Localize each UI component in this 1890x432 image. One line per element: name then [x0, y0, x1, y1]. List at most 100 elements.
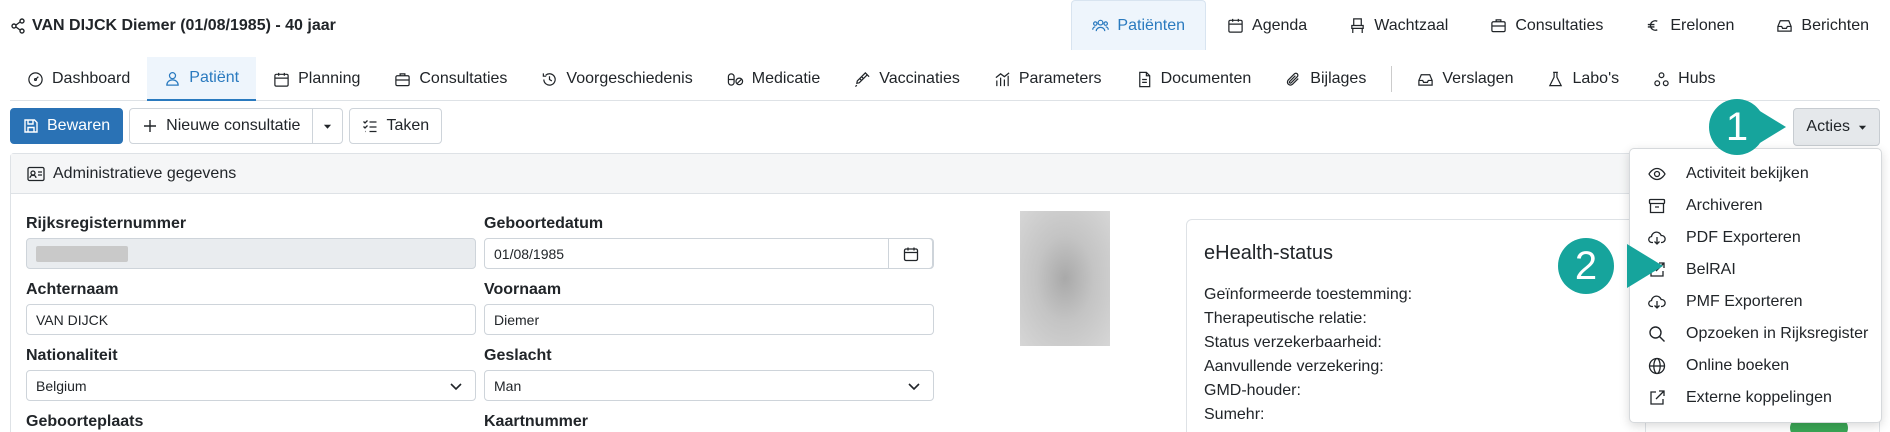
inbox-icon [1418, 73, 1434, 86]
nationaliteit-label: Nationaliteit [26, 347, 118, 364]
users-icon [1092, 19, 1110, 32]
voornaam-field[interactable]: Diemer [484, 304, 934, 335]
search-icon [1649, 326, 1665, 342]
save-button[interactable]: Bewaren [10, 108, 124, 144]
subnav-label: Patiënt [189, 69, 240, 86]
menu-item-externe-koppelingen[interactable]: Externe koppelingen [1630, 382, 1883, 414]
subnav-label: Bijlages [1310, 70, 1367, 87]
eye-icon [1648, 167, 1666, 181]
topnav-tab-wachtzaal[interactable]: Wachtzaal [1328, 0, 1469, 50]
topnav-tab-erelonen[interactable]: Erelonen [1624, 0, 1755, 50]
topnav-label: Wachtzaal [1374, 16, 1449, 34]
geslacht-label: Geslacht [484, 347, 552, 364]
subnav-tab-documenten[interactable]: Documenten [1119, 57, 1269, 101]
subnav-tab-planning[interactable]: Planning [256, 57, 377, 101]
nationaliteit-select[interactable]: Belgium [26, 370, 476, 401]
patient-title: VAN DIJCK Diemer (01/08/1985) - 40 jaar [10, 17, 336, 35]
menu-item-archiveren[interactable]: Archiveren [1630, 190, 1883, 222]
menu-item-belrai[interactable]: BelRAI [1630, 254, 1883, 286]
ehealth-row: Therapeutische relatie: [1204, 310, 1367, 327]
topnav-tab-patienten[interactable]: Patiënten [1071, 0, 1207, 50]
ehealth-title: eHealth-status [1204, 242, 1333, 264]
topnav-label: Berichten [1801, 16, 1869, 34]
document-icon [1138, 71, 1150, 87]
annotation-badge-1: 1 [1709, 99, 1765, 155]
subnav-tab-consultaties[interactable]: Consultaties [377, 57, 524, 101]
tasks-button[interactable]: Taken [349, 108, 443, 144]
topnav-label: Agenda [1252, 16, 1308, 34]
id-card-icon [27, 166, 45, 181]
topnav-tab-berichten[interactable]: Berichten [1755, 0, 1890, 50]
card-header: Administratieve gegevens [11, 154, 1879, 194]
subnav-tab-dashboard[interactable]: Dashboard [10, 57, 147, 101]
menu-item-pmf-exporteren[interactable]: PMF Exporteren [1630, 286, 1883, 318]
date-picker-button[interactable] [888, 238, 933, 269]
geboortedatum-field[interactable]: 01/08/1985 [484, 238, 934, 269]
calendar-icon [274, 72, 289, 87]
patient-photo [1020, 211, 1110, 346]
menu-item-label: Externe koppelingen [1686, 389, 1832, 406]
share-icon [11, 18, 25, 34]
geboorteplaats-label: Geboorteplaats [26, 413, 144, 430]
geboortedatum-value: 01/08/1985 [494, 245, 565, 262]
ehealth-row: Geïnformeerde toestemming: [1204, 286, 1413, 303]
subnav-tab-medicatie[interactable]: Medicatie [710, 57, 837, 101]
menu-item-activiteit-bekijken[interactable]: Activiteit bekijken [1630, 158, 1883, 190]
topnav-label: Erelonen [1670, 16, 1735, 34]
subnav-divider [1391, 66, 1393, 92]
history-icon [543, 72, 557, 86]
geslacht-select[interactable]: Man [484, 370, 934, 401]
card-header-title: Administratieve gegevens [53, 164, 237, 182]
menu-item-label: Online boeken [1686, 357, 1790, 374]
ehealth-row: GMD-houder: [1204, 382, 1301, 399]
flask-icon [1549, 71, 1563, 86]
menu-item-label: Opzoeken in Rijksregister [1686, 325, 1869, 342]
top-bar: VAN DIJCK Diemer (01/08/1985) - 40 jaar … [0, 0, 1890, 50]
subnav-label: Verslagen [1442, 70, 1514, 87]
kaartnummer-label: Kaartnummer [484, 413, 589, 430]
subnav-tab-vaccinaties[interactable]: Vaccinaties [837, 57, 977, 101]
subnav-tab-voorgeschiedenis[interactable]: Voorgeschiedenis [524, 57, 709, 101]
caret-down-icon [324, 124, 332, 129]
menu-item-pdf-exporteren[interactable]: PDF Exporteren [1630, 222, 1883, 254]
chevron-down-icon [908, 383, 920, 391]
tasks-button-label: Taken [386, 117, 430, 134]
new-consult-label: Nieuwe consultatie [166, 117, 301, 134]
subnav-label: Dashboard [52, 70, 131, 87]
subnav-label: Vaccinaties [879, 70, 960, 87]
subnav-tab-patient[interactable]: Patiënt [147, 57, 257, 101]
checklist-icon [363, 120, 377, 133]
syringe-icon [855, 71, 870, 87]
topnav-tab-agenda[interactable]: Agenda [1206, 0, 1328, 50]
menu-item-opzoeken-rijksregister[interactable]: Opzoeken in Rijksregister [1630, 318, 1883, 350]
redacted-value [36, 245, 128, 262]
subnav-tab-verslagen[interactable]: Verslagen [1400, 57, 1530, 101]
calendar-icon [903, 247, 918, 261]
subnav-tab-parameters[interactable]: Parameters [977, 57, 1119, 101]
subnav-label: Labo's [1572, 70, 1620, 87]
topnav-label: Patiënten [1117, 16, 1186, 34]
inbox-icon [1777, 20, 1793, 32]
achternaam-value: VAN DIJCK [36, 311, 109, 328]
dashboard-icon [28, 71, 43, 87]
menu-item-online-boeken[interactable]: Online boeken [1630, 350, 1883, 382]
topnav-tab-consultaties[interactable]: Consultaties [1469, 0, 1624, 50]
actions-button-label: Acties [1806, 118, 1850, 135]
calendar-icon [1228, 18, 1243, 33]
new-consult-dropdown-toggle[interactable] [312, 108, 344, 144]
actions-dropdown-button[interactable]: Acties [1793, 108, 1880, 146]
voornaam-value: Diemer [494, 311, 540, 328]
save-button-label: Bewaren [47, 117, 111, 134]
globe-icon [1648, 357, 1666, 375]
achternaam-field[interactable]: VAN DIJCK [26, 304, 476, 335]
subnav-tab-labos[interactable]: Labo's [1530, 57, 1636, 101]
subnav-label: Voorgeschiedenis [566, 70, 693, 87]
subnav-tab-hubs[interactable]: Hubs [1636, 57, 1732, 101]
new-consult-button[interactable]: Nieuwe consultatie [129, 108, 314, 144]
save-icon [24, 119, 38, 133]
subnav-label: Hubs [1678, 70, 1716, 87]
subnav-label: Planning [298, 70, 361, 87]
pills-icon [727, 72, 743, 86]
action-toolbar: Bewaren Nieuwe consultatie Taken [10, 108, 443, 144]
subnav-tab-bijlages[interactable]: Bijlages [1268, 57, 1383, 101]
